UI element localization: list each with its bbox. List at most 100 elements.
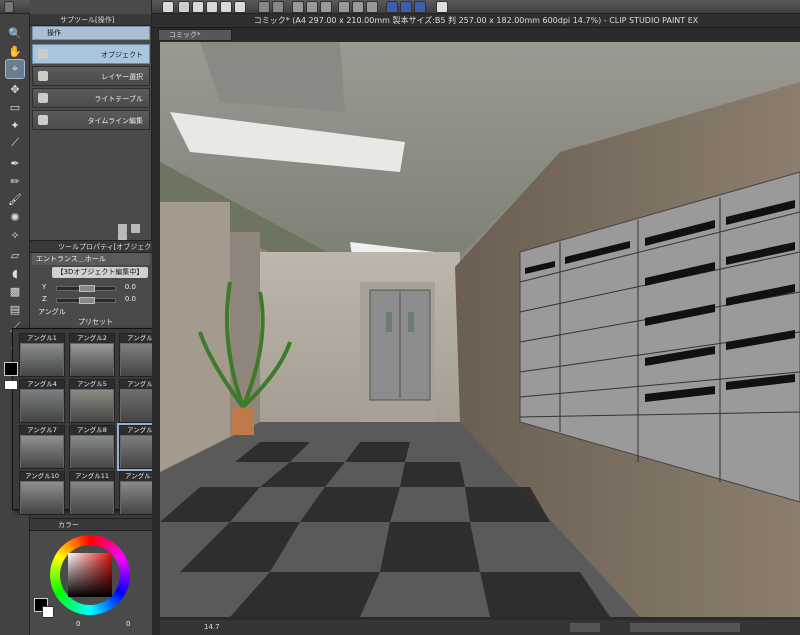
move-layer-icon[interactable]: ✥ xyxy=(6,80,24,98)
panel-collapse-icon[interactable] xyxy=(4,1,14,13)
main-color-swatch[interactable] xyxy=(4,362,18,376)
subtool-label: ライトテーブル xyxy=(94,95,143,103)
brush-icon[interactable]: 🖌 xyxy=(6,190,24,208)
eraser-icon[interactable]: ▱ xyxy=(6,246,24,264)
crop-icon[interactable] xyxy=(352,1,364,13)
transform-icon[interactable] xyxy=(320,1,332,13)
angle-preset-thumb[interactable]: アングル4 xyxy=(19,379,65,423)
help-icon[interactable] xyxy=(436,1,448,13)
clear-icon[interactable] xyxy=(292,1,304,13)
zoom-value[interactable]: 14.7 xyxy=(204,620,220,635)
subtool-panel: サブツール[操作] 操作 オブジェクト レイヤー選択 ライトテーブル タイムライ… xyxy=(30,0,152,242)
copy-icon[interactable] xyxy=(131,224,140,233)
subtool-layer-select[interactable]: レイヤー選択 xyxy=(32,66,150,86)
angle-preset-thumb[interactable]: アングル2 xyxy=(69,333,115,377)
clip-logo-icon[interactable] xyxy=(162,1,174,13)
navigation-controls[interactable] xyxy=(570,623,600,632)
angle-preset-thumb[interactable]: アングル1 xyxy=(19,333,65,377)
document-tab[interactable]: コミック* xyxy=(158,29,232,41)
angle-preset-preview xyxy=(21,344,63,376)
snap-ruler-icon[interactable] xyxy=(386,1,398,13)
angle-preset-label: アングル5 xyxy=(70,380,114,389)
angle-preset-label: アングル10 xyxy=(20,472,64,481)
eyedropper-icon[interactable]: ⟋ xyxy=(6,134,24,152)
view-rotation-controls[interactable] xyxy=(630,623,740,632)
object-name: エントランス＿ホール xyxy=(32,253,150,265)
angle-preset-thumb[interactable]: アングル11 xyxy=(69,471,115,515)
canvas-3d-scene[interactable] xyxy=(160,42,800,617)
sub-color-swatch[interactable] xyxy=(42,606,54,618)
tool-property-panel: ツールプロパティ[オブジェクト] エントランス＿ホール 【3Dオブジェクト編集中… xyxy=(30,240,152,328)
print-icon[interactable] xyxy=(220,1,232,13)
angle-preset-preview xyxy=(71,436,113,468)
angle-preset-preview xyxy=(71,390,113,422)
transparent-color-swatch[interactable] xyxy=(4,380,18,390)
open-file-icon[interactable] xyxy=(192,1,204,13)
slider-knob[interactable] xyxy=(79,297,95,304)
operation-icon[interactable]: ⌖ xyxy=(5,59,25,79)
slider-value: 0.0 xyxy=(124,295,136,303)
blend-icon[interactable]: ◖ xyxy=(6,264,24,282)
edit-mode-badge: 【3Dオブジェクト編集中】 xyxy=(52,267,148,278)
deselect-icon[interactable] xyxy=(338,1,350,13)
snap-guide-icon[interactable] xyxy=(400,1,412,13)
hand-icon[interactable]: ✋ xyxy=(6,42,24,60)
angle-preset-label: アングル7 xyxy=(20,426,64,435)
decoration-icon[interactable]: ✧ xyxy=(6,226,24,244)
lighttable-icon xyxy=(38,93,48,103)
angle-preset-preview xyxy=(71,482,113,514)
subtool-panel-title: サブツール[操作] xyxy=(30,14,151,26)
slider-track[interactable] xyxy=(56,297,116,304)
saturation-value-square[interactable] xyxy=(68,553,112,597)
fill-icon[interactable] xyxy=(306,1,318,13)
object-icon xyxy=(38,49,48,59)
subtool-lighttable[interactable]: ライトテーブル xyxy=(32,88,150,108)
subtool-timeline[interactable]: タイムライン編集 xyxy=(32,110,150,130)
slider-knob[interactable] xyxy=(79,285,95,292)
angle-preset-popup: アングル1 アングル2 アングル3 アングル4 アングル5 アングル6 アングル7 アングル8… xyxy=(12,328,172,515)
gradient-icon[interactable]: ▤ xyxy=(6,300,24,318)
zoom-icon[interactable]: 🔍 xyxy=(6,24,24,42)
slider-label: Z xyxy=(42,295,47,303)
angle-preset-label: アングル1 xyxy=(20,334,64,343)
angle-preset-thumb[interactable]: アングル8 xyxy=(69,425,115,469)
window-title: コミック* (A4 297.00 x 210.00mm 製本サイズ:B5 判 2… xyxy=(152,14,800,28)
pencil-icon[interactable]: ✏ xyxy=(6,172,24,190)
tool-palette: 🔍 ✋ ⌖ ✥ ▭ ✦ ⟋ ✒ ✏ 🖌 ✺ ✧ ▱ ◖ ▩ ▤ ／ A xyxy=(0,14,30,635)
angle-preset-preview xyxy=(21,436,63,468)
selection-icon[interactable]: ▭ xyxy=(6,98,24,116)
coord-b: 0 xyxy=(126,620,131,628)
angle-label: アングル xyxy=(38,308,66,316)
angle-preset-preview xyxy=(21,482,63,514)
subtool-label: レイヤー選択 xyxy=(101,73,143,81)
slider-label: Y xyxy=(42,283,47,291)
subtool-group-tab[interactable]: 操作 xyxy=(32,26,150,40)
slider-z[interactable]: Z 0.0 xyxy=(36,295,146,305)
entrance-hall-render xyxy=(160,42,800,617)
export-icon[interactable] xyxy=(234,1,246,13)
angle-preset-label: アングル2 xyxy=(70,334,114,343)
tool-property-title: ツールプロパティ[オブジェクト] xyxy=(30,241,152,263)
undo-icon[interactable] xyxy=(258,1,270,13)
settings-icon[interactable] xyxy=(118,224,127,233)
auto-select-icon[interactable]: ✦ xyxy=(6,116,24,134)
pen-icon[interactable]: ✒ xyxy=(6,154,24,172)
slider-y[interactable]: Y 0.0 xyxy=(36,283,146,293)
preset-label[interactable]: プリセット xyxy=(78,317,113,327)
save-icon[interactable] xyxy=(206,1,218,13)
subtool-object[interactable]: オブジェクト xyxy=(32,44,150,64)
snap-grid-icon[interactable] xyxy=(414,1,426,13)
angle-preset-label: アングル11 xyxy=(70,472,114,481)
color-panel-title: カラー xyxy=(30,519,152,531)
angle-preset-thumb[interactable]: アングル10 xyxy=(19,471,65,515)
angle-preset-thumb[interactable]: アングル7 xyxy=(19,425,65,469)
airbrush-icon[interactable]: ✺ xyxy=(6,208,24,226)
new-file-icon[interactable] xyxy=(178,1,190,13)
slider-track[interactable] xyxy=(56,285,116,292)
invert-selection-icon[interactable] xyxy=(366,1,378,13)
fill-icon[interactable]: ▩ xyxy=(6,282,24,300)
coord-a: 0 xyxy=(76,620,81,628)
redo-icon[interactable] xyxy=(272,1,284,13)
layer-select-icon xyxy=(38,71,48,81)
angle-preset-thumb[interactable]: アングル5 xyxy=(69,379,115,423)
